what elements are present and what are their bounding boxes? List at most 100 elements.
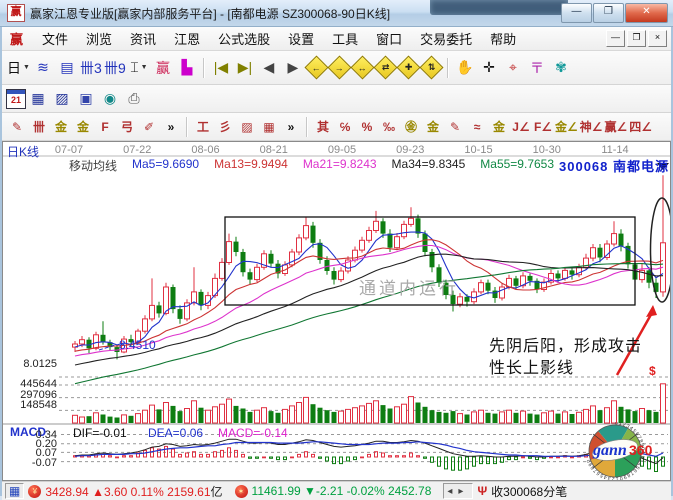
gold-line-icon[interactable]: 金 (423, 117, 443, 137)
fan-lines-icon[interactable]: 彡 (215, 117, 235, 137)
ma-value-3: Ma34=9.8345 (392, 157, 466, 174)
mdi-minimize-button[interactable]: — (606, 30, 625, 47)
ma-value-4: Ma55=9.7653 (480, 157, 554, 174)
gann-win-icon[interactable]: 赢 (152, 57, 174, 79)
angle-f-icon[interactable]: F∠ (533, 117, 553, 137)
network-icon[interactable]: ◉ (99, 88, 121, 110)
pen-fence-icon[interactable]: ✐ (139, 117, 159, 137)
minimize-button[interactable]: — (561, 3, 592, 23)
gann360-logo: 0123456789012345678901234567890 gann 360 (563, 422, 669, 481)
notepad-icon[interactable]: ▨ (51, 88, 73, 110)
qi-tool-icon[interactable]: 其 (313, 117, 333, 137)
permille-icon[interactable]: ‰ (379, 117, 399, 137)
ma-value-1: Ma13=9.9494 (214, 157, 288, 174)
chart-area[interactable]: 日K线 07-0707-2208-0608-2109-0509-2310-151… (2, 141, 671, 481)
ma-value-0: Ma5=9.6690 (132, 157, 199, 174)
menu-item-help[interactable]: 帮助 (481, 30, 525, 49)
menu-logo-icon: 赢 (10, 29, 23, 48)
hand-pan-icon[interactable]: ✋ (454, 57, 476, 79)
color-bars-icon[interactable]: ▙ (176, 57, 198, 79)
scroll-left-icon[interactable]: ◂ (447, 486, 458, 497)
mdi-close-button[interactable]: × (648, 30, 667, 47)
percent-line-icon[interactable]: ℅ (335, 117, 355, 137)
gold-fence2-icon[interactable]: 金 (73, 117, 93, 137)
app-icon: 赢 (7, 4, 25, 22)
compress-h-diamond-button[interactable]: ⇄ (373, 55, 397, 79)
menu-item-news[interactable]: 资讯 (121, 30, 165, 49)
maximize-button[interactable]: ❐ (593, 3, 624, 23)
stock-label: 300068 南都电源 (559, 156, 669, 175)
menu-item-file[interactable]: 文件 (33, 30, 77, 49)
expand-v-diamond-button[interactable]: ⇅ (419, 55, 443, 79)
angle-win-icon[interactable]: 赢∠ (605, 117, 628, 137)
angle-gold-icon[interactable]: 金∠ (555, 117, 578, 137)
feed-status: 收300068分笔 (491, 483, 567, 500)
last-bar-button[interactable]: ▶| (234, 57, 256, 79)
stock-name: 南都电源 (613, 159, 669, 174)
status-bar: ▦ ¥ 3428.94 ▲3.60 0.11% 2159.61亿 ✶ 11461… (2, 481, 671, 500)
gold-circle-icon[interactable]: ㊎ (401, 117, 421, 137)
date-tick: 08-21 (260, 144, 288, 156)
date-tick: 11-14 (601, 144, 628, 156)
calculator-icon[interactable]: ▦ (27, 88, 49, 110)
menu-item-browse[interactable]: 浏览 (77, 30, 121, 49)
next-bar-button[interactable]: ▶ (282, 57, 304, 79)
shift-right-diamond-button[interactable]: → (327, 55, 351, 79)
gold-fence-icon[interactable]: 金 (51, 117, 71, 137)
prev-bar-button[interactable]: ◀ (258, 57, 280, 79)
close-button[interactable]: ✕ (625, 3, 668, 23)
wave-abc-icon[interactable]: ≈ (467, 117, 487, 137)
quote-scroll-control[interactable]: ◂▸ (443, 483, 473, 499)
expand-all-diamond-button[interactable]: ✚ (396, 55, 420, 79)
crosshair-icon[interactable]: ✛ (478, 57, 500, 79)
blue-price-label: 8.4510 (119, 338, 156, 352)
macd-value: MACD=-0.14 (218, 426, 288, 440)
scroll-right-icon[interactable]: ▸ (458, 486, 469, 497)
angle-j-icon[interactable]: J∠ (511, 117, 531, 137)
print-icon[interactable]: ⎙ (123, 88, 145, 110)
more-tools-chevron[interactable]: » (161, 117, 181, 137)
flag-pen-icon[interactable]: ✎ (445, 117, 465, 137)
window-title: 赢家江恩专业版[赢家内部服务平台] - [南都电源 SZ300068-90日K线… (30, 5, 390, 22)
pen-tool-icon[interactable]: ✎ (7, 117, 27, 137)
dea-value: DEA=0.06 (148, 426, 203, 440)
mdi-restore-button[interactable]: ❐ (627, 30, 646, 47)
menu-item-tools[interactable]: 工具 (323, 30, 367, 49)
volume-tick: 148548 (5, 399, 57, 411)
angle-shen-icon[interactable]: 神∠ (580, 117, 603, 137)
smart-analysis-icon[interactable]: ✾ (550, 57, 572, 79)
quote-table-button[interactable]: ▦ (5, 483, 24, 499)
trend-wave-icon[interactable]: ≋ (32, 57, 54, 79)
percent-icon[interactable]: % (357, 117, 377, 137)
toolbar-separator (203, 58, 205, 78)
menu-item-window[interactable]: 窗口 (367, 30, 411, 49)
menu-item-settings[interactable]: 设置 (279, 30, 323, 49)
gann-fence-icon[interactable]: 卌 (29, 117, 49, 137)
more-fans-chevron[interactable]: » (281, 117, 301, 137)
angle-four-icon[interactable]: 四∠ (629, 117, 652, 137)
shift-left-diamond-button[interactable]: ← (304, 55, 328, 79)
menu-item-gann[interactable]: 江恩 (165, 30, 209, 49)
box-tool-icon[interactable]: 工 (193, 117, 213, 137)
title-bar[interactable]: 赢 赢家江恩专业版[赢家内部服务平台] - [南都电源 SZ300068-90日… (0, 0, 673, 27)
price-level-label: 8.0125 (5, 358, 57, 370)
fan-box-icon[interactable]: ▨ (237, 117, 257, 137)
date-tick: 08-06 (191, 144, 219, 156)
candle-style-button[interactable]: ⌶▼ (128, 57, 150, 79)
calendar-icon[interactable]: 21 (6, 89, 26, 109)
save-icon[interactable]: ▣ (75, 88, 97, 110)
gold-line2-icon[interactable]: 金 (489, 117, 509, 137)
fan-grid-icon[interactable]: ▦ (259, 117, 279, 137)
mark-tool-icon[interactable]: 〒 (526, 57, 548, 79)
menu-item-formula-stock-pick[interactable]: 公式选股 (209, 30, 279, 49)
period-day-button[interactable]: 日▼ (7, 57, 30, 79)
cycle3-chart-icon[interactable]: 卌3 (80, 57, 102, 79)
expand-h-diamond-button[interactable]: ↔ (350, 55, 374, 79)
f10-info-icon[interactable]: ▤ (56, 57, 78, 79)
first-bar-button[interactable]: |◀ (210, 57, 232, 79)
cycle9-chart-icon[interactable]: 卌9 (104, 57, 126, 79)
menu-item-trade-entrust[interactable]: 交易委托 (411, 30, 481, 49)
zoom-pointer-icon[interactable]: ⌖ (502, 57, 524, 79)
spiral-fence-icon[interactable]: 弓 (117, 117, 137, 137)
f-fence-icon[interactable]: F (95, 117, 115, 137)
